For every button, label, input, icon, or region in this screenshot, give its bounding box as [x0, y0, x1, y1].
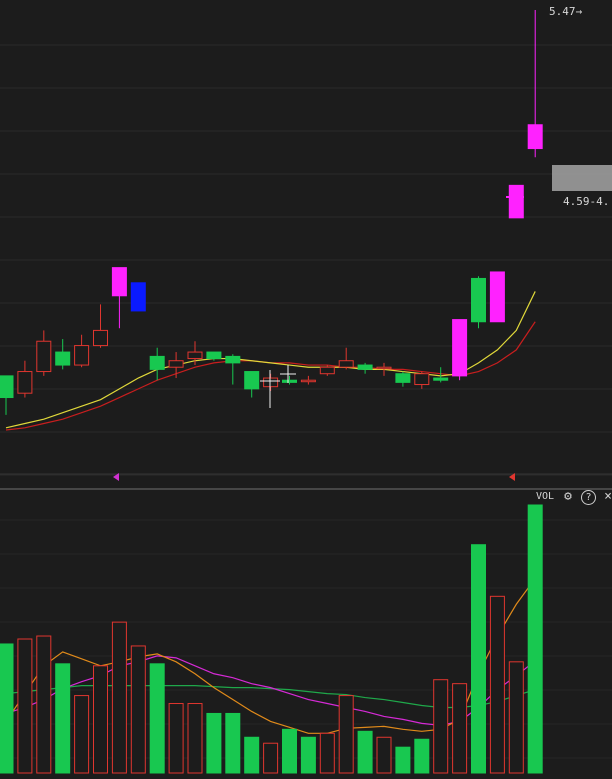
volume-bar: [452, 683, 468, 774]
candle-body: [471, 277, 486, 323]
volume-bar: [74, 695, 90, 774]
volume-bar: [376, 736, 392, 774]
candle-body: [36, 340, 52, 373]
candle-body: [244, 371, 260, 390]
volume-bar: [471, 544, 486, 774]
candle-body: [93, 329, 108, 347]
high-price-label: 5.47→: [549, 5, 583, 18]
volume-bar: [0, 643, 14, 774]
volume-bar: [527, 504, 543, 774]
volume-bar: [282, 728, 297, 774]
candle-body: [376, 366, 392, 370]
gear-icon[interactable]: ⚙: [560, 489, 576, 505]
candle-body: [111, 267, 127, 297]
volume-bar: [149, 663, 165, 774]
candle-body: [489, 271, 505, 323]
volume-indicator-title: VOL: [536, 491, 555, 502]
volume-bar: [168, 703, 184, 774]
candles-group: [0, 10, 543, 415]
volume-bar: [489, 595, 505, 774]
volume-bar: [357, 730, 373, 774]
volume-bar: [225, 712, 241, 774]
candle-body: [319, 366, 335, 375]
volume-bar: [244, 736, 260, 774]
volume-bar: [111, 621, 127, 774]
candle-body: [300, 379, 316, 383]
volume-bar: [319, 732, 335, 774]
candle-body: [206, 351, 222, 360]
candle-body: [508, 184, 524, 219]
volume-bar: [187, 703, 203, 774]
volume-bar: [55, 663, 71, 774]
candle-body: [17, 371, 33, 394]
candle-body: [414, 373, 430, 386]
current-price-band: [552, 165, 612, 191]
candle-body: [130, 282, 146, 312]
current-price-label: 4.59-4.: [563, 195, 610, 208]
candle-body: [74, 345, 90, 366]
candle-body: [452, 319, 468, 377]
volume-bar: [263, 742, 279, 774]
candle-body: [55, 351, 71, 366]
candle-body: [357, 364, 373, 370]
candle-body: [395, 373, 411, 383]
candle-body: [149, 355, 165, 370]
candle-body: [263, 377, 279, 388]
volume-bar: [300, 736, 316, 774]
candle-body: [187, 351, 203, 360]
volume-bars: [0, 504, 543, 774]
candle-body: [225, 355, 241, 364]
volume-bar: [36, 635, 52, 774]
volume-bar: [338, 695, 354, 774]
help-icon[interactable]: ?: [581, 490, 596, 505]
grid: [0, 44, 612, 759]
volume-bar: [17, 638, 33, 774]
candle-body: [0, 375, 14, 399]
volume-bar: [414, 738, 430, 774]
kline-chart[interactable]: [0, 0, 612, 779]
candle-body: [282, 379, 297, 383]
volume-bar: [508, 661, 524, 774]
candle-body: [168, 360, 184, 368]
candle-body: [433, 377, 449, 381]
volume-bar: [433, 679, 449, 774]
overlays: [113, 165, 612, 481]
close-icon[interactable]: ×: [600, 489, 612, 505]
volume-bar: [93, 665, 108, 774]
volume-bar: [206, 712, 222, 774]
volume-bar: [130, 645, 146, 774]
volume-bar: [395, 746, 411, 774]
candle-body: [527, 124, 543, 150]
candle-body: [338, 360, 354, 368]
